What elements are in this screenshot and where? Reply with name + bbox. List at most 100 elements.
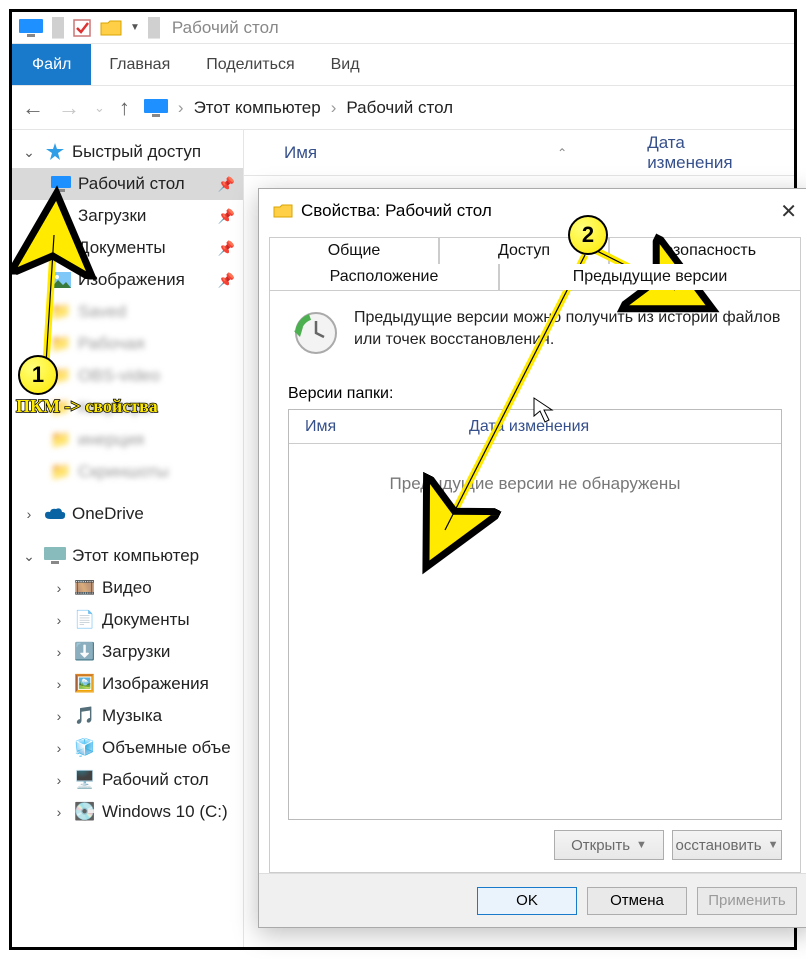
ribbon-file-tab[interactable]: Файл — [12, 44, 91, 85]
dropdown-icon[interactable]: ▼ — [768, 839, 779, 851]
tab-previous-versions[interactable]: Предыдущие версии — [499, 264, 801, 290]
tree-item-documents[interactable]: Документы 📌 — [12, 232, 243, 264]
tree-item-blurred[interactable]: 📁Saved — [12, 296, 243, 328]
tree-item-desktop[interactable]: ›🖥️Рабочий стол — [12, 764, 243, 796]
pin-icon: 📌 — [218, 272, 235, 289]
tree-item-blurred[interactable]: 📁инерция — [12, 424, 243, 456]
list-col-name[interactable]: Имя — [289, 418, 469, 436]
file-list-pane[interactable]: Имя ⌃ Дата изменения Свойства: Рабочий с… — [244, 130, 794, 947]
empty-state-text: Предыдущие версии не обнаружены — [289, 444, 781, 819]
cloud-icon — [44, 503, 66, 525]
video-icon: 🎞️ — [74, 577, 96, 599]
music-icon: 🎵 — [74, 705, 96, 727]
ribbon: Файл Главная Поделиться Вид — [12, 44, 794, 86]
annotation-badge-1: 1 — [18, 355, 58, 395]
expander-closed-icon[interactable]: › — [50, 740, 68, 756]
separator — [52, 17, 64, 39]
forward-button[interactable]: → — [58, 95, 80, 121]
tree-label: Документы — [102, 610, 190, 630]
tree-this-pc[interactable]: ⌄ Этот компьютер — [12, 540, 243, 572]
ribbon-tab-home[interactable]: Главная — [91, 44, 188, 85]
history-clock-icon — [288, 307, 340, 359]
tree-item-disk-c[interactable]: ›💽Windows 10 (C:) — [12, 796, 243, 828]
up-button[interactable]: ↑ — [119, 95, 130, 121]
restore-button[interactable]: осстановить▼ — [672, 830, 782, 860]
column-name[interactable]: Имя — [284, 143, 317, 163]
expander-closed-icon[interactable]: › — [50, 644, 68, 660]
tree-label: Документы — [78, 238, 166, 258]
dropdown-icon[interactable]: ▼ — [636, 839, 647, 851]
tree-item-videos[interactable]: ›🎞️Видео — [12, 572, 243, 604]
desktop-icon: 🖥️ — [74, 769, 96, 791]
expander-closed-icon[interactable]: › — [50, 772, 68, 788]
expander-closed-icon[interactable]: › — [50, 804, 68, 820]
apply-button[interactable]: Применить — [697, 887, 797, 915]
open-button[interactable]: Открыть▼ — [554, 830, 664, 860]
monitor-icon — [144, 99, 168, 117]
tab-general[interactable]: Общие — [269, 237, 439, 264]
cancel-button[interactable]: Отмена — [587, 887, 687, 915]
list-header[interactable]: Имя Дата изменения — [289, 410, 781, 444]
folder-icon[interactable] — [100, 19, 122, 37]
crumb-root[interactable]: Этот компьютер — [194, 98, 321, 118]
properties-dialog: Свойства: Рабочий стол ✕ Общие Доступ Бе… — [258, 188, 806, 928]
recent-dropdown-icon[interactable]: ⌄ — [94, 100, 105, 116]
download-icon — [50, 205, 72, 227]
sort-indicator-icon: ⌃ — [557, 146, 567, 160]
annotation-badge-2: 2 — [568, 215, 608, 255]
tree-item-music[interactable]: › 🎵 Музыка — [12, 700, 243, 732]
column-headers[interactable]: Имя ⌃ Дата изменения — [244, 130, 794, 176]
titlebar: ▼ Рабочий стол — [12, 12, 794, 44]
tree-label: Изображения — [78, 270, 185, 290]
tree-item-desktop[interactable]: Рабочий стол 📌 — [12, 168, 243, 200]
tree-onedrive[interactable]: › OneDrive — [12, 498, 243, 530]
ok-button[interactable]: OK — [477, 887, 577, 915]
documents-icon — [50, 237, 72, 259]
tree-item-pictures[interactable]: Изображения 📌 — [12, 264, 243, 296]
navigation-pane[interactable]: ⌄ Быстрый доступ Рабочий стол 📌 Загрузки… — [12, 130, 244, 947]
check-icon[interactable] — [72, 18, 92, 38]
close-button[interactable]: ✕ — [780, 199, 797, 224]
expander-closed-icon[interactable]: › — [50, 612, 68, 628]
tree-label: Музыка — [102, 706, 162, 726]
tree-item-downloads[interactable]: Загрузки 📌 — [12, 200, 243, 232]
dialog-title: Свойства: Рабочий стол — [301, 201, 492, 221]
tab-security[interactable]: Безопасность — [609, 237, 801, 264]
download-icon: ⬇️ — [74, 641, 96, 663]
tree-item-pictures[interactable]: ›🖼️Изображения — [12, 668, 243, 700]
chevron-right-icon[interactable]: › — [178, 98, 184, 118]
ribbon-tab-view[interactable]: Вид — [313, 44, 378, 85]
tree-label: Объемные объе — [102, 738, 231, 758]
expander-open-icon[interactable]: ⌄ — [20, 144, 38, 161]
desktop-icon — [50, 173, 72, 195]
versions-listview[interactable]: Имя Дата изменения Предыдущие версии не … — [288, 409, 782, 820]
list-col-date[interactable]: Дата изменения — [469, 418, 781, 436]
tab-location[interactable]: Расположение — [269, 264, 499, 290]
qa-dropdown-icon[interactable]: ▼ — [130, 22, 140, 33]
chevron-right-icon[interactable]: › — [331, 98, 337, 118]
tree-quick-access[interactable]: ⌄ Быстрый доступ — [12, 136, 243, 168]
app-monitor-icon — [18, 18, 44, 38]
crumb-leaf[interactable]: Рабочий стол — [346, 98, 453, 118]
back-button[interactable]: ← — [22, 95, 44, 121]
expander-closed-icon[interactable]: › — [50, 708, 68, 724]
dialog-button-row: OK Отмена Применить — [259, 873, 806, 927]
ribbon-tab-share[interactable]: Поделиться — [188, 44, 312, 85]
expander-closed-icon[interactable]: › — [50, 580, 68, 596]
tree-item-blurred[interactable]: 📁Скриншоты — [12, 456, 243, 488]
expander-closed-icon[interactable]: › — [20, 506, 38, 522]
tree-item-documents[interactable]: ›📄Документы — [12, 604, 243, 636]
tab-panel-previous-versions: Предыдущие версии можно получить из исто… — [269, 290, 801, 873]
tree-item-downloads[interactable]: ›⬇️Загрузки — [12, 636, 243, 668]
tree-item-blurred[interactable]: 📁Рабочая — [12, 328, 243, 360]
tree-item-3dobjects[interactable]: › 🧊 Объемные объе — [12, 732, 243, 764]
pictures-icon — [50, 269, 72, 291]
navigation-bar: ← → ⌄ ↑ › Этот компьютер › Рабочий стол — [12, 86, 794, 130]
expander-closed-icon[interactable]: › — [50, 676, 68, 692]
expander-open-icon[interactable]: ⌄ — [20, 548, 38, 565]
column-date[interactable]: Дата изменения — [647, 133, 774, 173]
disk-icon: 💽 — [74, 801, 96, 823]
breadcrumb[interactable]: › Этот компьютер › Рабочий стол — [144, 98, 453, 118]
dialog-titlebar[interactable]: Свойства: Рабочий стол ✕ — [259, 189, 806, 233]
cube-icon: 🧊 — [74, 737, 96, 759]
